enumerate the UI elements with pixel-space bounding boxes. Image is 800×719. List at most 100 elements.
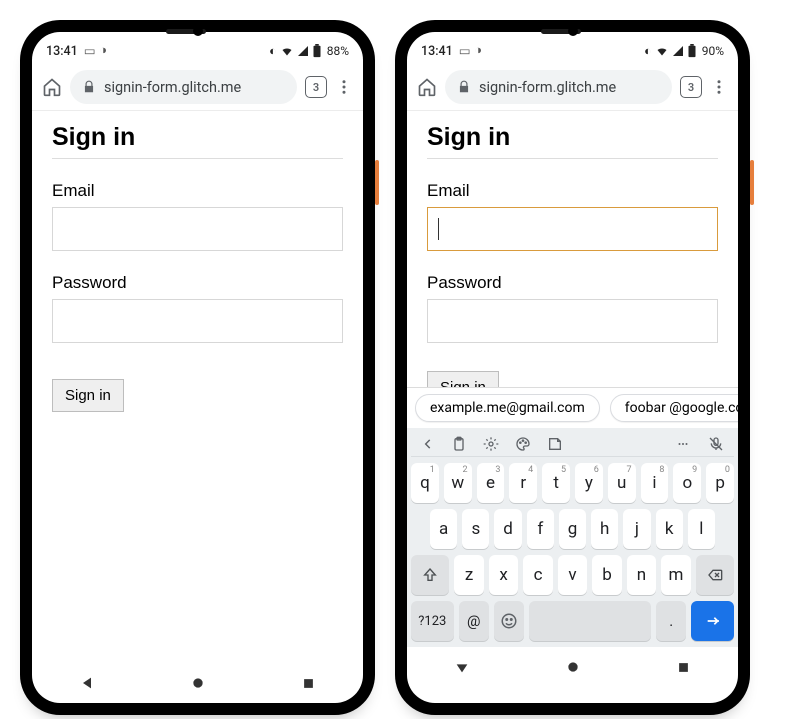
page-title: Sign in: [52, 123, 343, 159]
status-battery-text: 88%: [327, 44, 349, 58]
status-wifi-icon: [655, 45, 669, 57]
key-t[interactable]: t5: [542, 463, 570, 503]
lock-icon: [457, 80, 471, 94]
key-x[interactable]: x: [489, 555, 518, 595]
url-text: signin-form.glitch.me: [479, 79, 616, 96]
shift-key[interactable]: [411, 555, 449, 595]
sticker-icon[interactable]: [547, 436, 563, 452]
android-nav-bar: [407, 647, 738, 687]
symbols-key[interactable]: ?123: [411, 601, 454, 641]
password-label: Password: [427, 273, 718, 293]
phone-device-left: 13:41 ▭ ◑ ◐ 88%: [20, 20, 375, 715]
key-i[interactable]: i8: [641, 463, 669, 503]
key-d[interactable]: d: [494, 509, 521, 549]
tab-count-button[interactable]: 3: [680, 76, 702, 98]
phone-screen-left: 13:41 ▭ ◑ ◐ 88%: [32, 32, 363, 703]
suggestion-chip[interactable]: foobar @google.co: [610, 394, 738, 422]
page-content: Sign in Email Password Sign in: [407, 111, 738, 387]
nav-back-icon[interactable]: [454, 659, 470, 675]
kb-back-icon[interactable]: [421, 437, 435, 451]
email-label: Email: [427, 181, 718, 201]
url-field[interactable]: signin-form.glitch.me: [445, 70, 672, 104]
palette-icon[interactable]: [515, 436, 531, 452]
clipboard-icon[interactable]: [451, 436, 467, 452]
page-content: Sign in Email Password Sign in: [32, 111, 363, 663]
key-f[interactable]: f: [527, 509, 554, 549]
overflow-menu-icon[interactable]: [335, 78, 353, 96]
status-app-icon: ▭: [459, 43, 471, 59]
status-dnd-icon: ◐: [269, 44, 277, 59]
status-battery-icon: [312, 44, 322, 58]
status-signal-icon: [672, 45, 684, 57]
status-signal-icon: [297, 45, 309, 57]
key-l[interactable]: l: [688, 509, 715, 549]
emoji-key[interactable]: [494, 601, 524, 641]
url-field[interactable]: signin-form.glitch.me: [70, 70, 297, 104]
key-q[interactable]: q1: [411, 463, 439, 503]
email-label: Email: [52, 181, 343, 201]
key-g[interactable]: g: [559, 509, 586, 549]
key-k[interactable]: k: [656, 509, 683, 549]
status-bar: 13:41 ▭ ◑ ◐ 88%: [32, 32, 363, 64]
status-time: 13:41: [421, 44, 453, 59]
password-field[interactable]: [427, 299, 718, 343]
nav-recent-icon[interactable]: [301, 676, 316, 691]
page-title: Sign in: [427, 123, 718, 159]
key-w[interactable]: w2: [444, 463, 472, 503]
status-sync-icon: ◑: [100, 43, 108, 59]
key-z[interactable]: z: [454, 555, 483, 595]
key-v[interactable]: v: [558, 555, 587, 595]
keyboard-row-3: zxcvbnm: [411, 555, 734, 595]
keyboard-toolbar: [411, 432, 734, 457]
keyboard-row-2: asdfghjkl: [411, 509, 734, 549]
key-e[interactable]: e3: [477, 463, 505, 503]
phone-camera: [568, 26, 578, 36]
key-o[interactable]: o9: [673, 463, 701, 503]
browser-toolbar: signin-form.glitch.me 3: [32, 64, 363, 111]
nav-back-icon[interactable]: [79, 675, 95, 691]
key-n[interactable]: n: [627, 555, 656, 595]
phone-screen-right: 13:41 ▭ ◑ ◐ 90%: [407, 32, 738, 703]
key-j[interactable]: j: [623, 509, 650, 549]
overflow-menu-icon[interactable]: [710, 78, 728, 96]
sign-in-button[interactable]: Sign in: [52, 379, 124, 412]
status-app-icon: ▭: [84, 43, 96, 59]
home-icon[interactable]: [42, 77, 62, 97]
more-icon[interactable]: [674, 438, 692, 450]
key-p[interactable]: p0: [706, 463, 734, 503]
password-field[interactable]: [52, 299, 343, 343]
period-key[interactable]: .: [656, 601, 686, 641]
url-text: signin-form.glitch.me: [104, 79, 241, 96]
key-r[interactable]: r4: [509, 463, 537, 503]
key-b[interactable]: b: [592, 555, 621, 595]
android-nav-bar: [32, 663, 363, 703]
email-field[interactable]: [427, 207, 718, 251]
key-s[interactable]: s: [462, 509, 489, 549]
space-key[interactable]: [529, 601, 651, 641]
sign-in-button[interactable]: Sign in: [427, 371, 499, 387]
status-battery-icon: [687, 44, 697, 58]
home-icon[interactable]: [417, 77, 437, 97]
gear-icon[interactable]: [483, 436, 499, 452]
mic-off-icon[interactable]: [708, 436, 724, 452]
text-caret: [438, 218, 439, 240]
enter-key[interactable]: [691, 601, 734, 641]
key-u[interactable]: u7: [608, 463, 636, 503]
backspace-key[interactable]: [696, 555, 734, 595]
nav-home-icon[interactable]: [565, 659, 581, 675]
status-battery-text: 90%: [702, 44, 724, 58]
key-m[interactable]: m: [661, 555, 690, 595]
nav-home-icon[interactable]: [190, 675, 206, 691]
status-dnd-icon: ◐: [644, 44, 652, 59]
key-h[interactable]: h: [591, 509, 618, 549]
at-key[interactable]: @: [459, 601, 489, 641]
key-c[interactable]: c: [523, 555, 552, 595]
tab-count-button[interactable]: 3: [305, 76, 327, 98]
email-field[interactable]: [52, 207, 343, 251]
key-a[interactable]: a: [430, 509, 457, 549]
keyboard-row-4: ?123 @ .: [411, 601, 734, 641]
nav-recent-icon[interactable]: [676, 660, 691, 675]
phone-device-right: 13:41 ▭ ◑ ◐ 90%: [395, 20, 750, 715]
key-y[interactable]: y6: [575, 463, 603, 503]
suggestion-chip[interactable]: example.me@gmail.com: [415, 394, 600, 422]
